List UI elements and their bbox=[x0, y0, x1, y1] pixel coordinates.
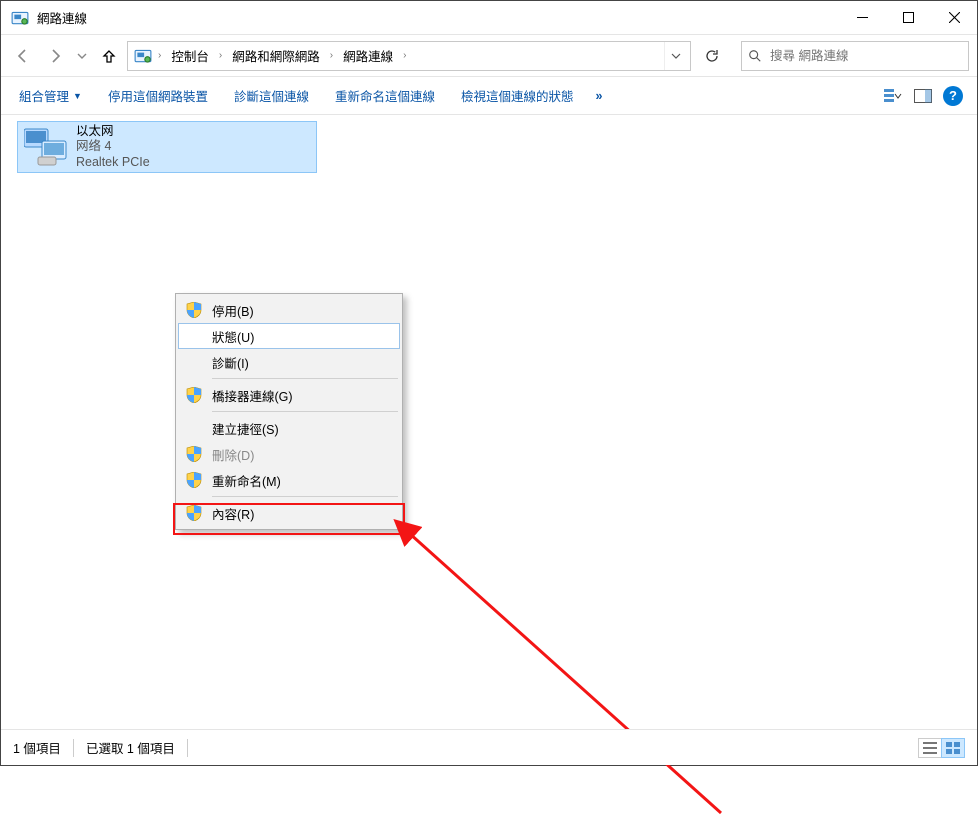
connection-name: 以太网 bbox=[76, 124, 150, 140]
organize-menu[interactable]: 組合管理 ▼ bbox=[7, 82, 94, 110]
separator bbox=[212, 378, 398, 379]
ctx-delete[interactable]: 刪除(D) bbox=[178, 441, 400, 467]
connection-network: 网络 4 bbox=[76, 139, 150, 155]
breadcrumb-network-connections[interactable]: 網路連線 bbox=[337, 42, 399, 70]
address-bar[interactable]: › 控制台 › 網路和網際網路 › 網路連線 › bbox=[127, 41, 691, 71]
chevron-right-icon: › bbox=[401, 50, 408, 61]
connection-text: 以太网 网络 4 Realtek PCIe bbox=[76, 124, 150, 171]
maximize-button[interactable] bbox=[885, 1, 931, 35]
titlebar: 網路連線 bbox=[1, 1, 977, 35]
separator bbox=[187, 739, 188, 757]
annotation-arrow bbox=[381, 513, 781, 833]
search-input[interactable] bbox=[768, 48, 962, 64]
location-icon bbox=[134, 47, 152, 65]
details-view-button[interactable] bbox=[918, 738, 942, 758]
chevron-right-icon: › bbox=[328, 50, 335, 61]
disable-device-button[interactable]: 停用這個網路裝置 bbox=[96, 82, 220, 110]
diagnose-connection-button[interactable]: 診斷這個連線 bbox=[222, 82, 321, 110]
window-title: 網路連線 bbox=[37, 8, 87, 27]
large-icons-view-button[interactable] bbox=[941, 738, 965, 758]
recent-locations-button[interactable] bbox=[73, 42, 91, 70]
ctx-diagnose[interactable]: 診斷(I) bbox=[178, 349, 400, 375]
chevron-right-icon: › bbox=[217, 50, 224, 61]
separator bbox=[212, 411, 398, 412]
ctx-rename-label: 重新命名(M) bbox=[212, 471, 281, 490]
rename-connection-button[interactable]: 重新命名這個連線 bbox=[323, 82, 447, 110]
ctx-status[interactable]: 狀態(U) bbox=[178, 323, 400, 349]
connection-device: Realtek PCIe bbox=[76, 155, 150, 171]
item-count: 1 個項目 bbox=[13, 738, 61, 757]
ctx-disable[interactable]: 停用(B) bbox=[178, 297, 400, 323]
address-history-dropdown[interactable] bbox=[664, 42, 686, 70]
ctx-bridge[interactable]: 橋接器連線(G) bbox=[178, 382, 400, 408]
breadcrumb-control-panel[interactable]: 控制台 bbox=[165, 42, 215, 70]
ctx-shortcut-label: 建立捷徑(S) bbox=[212, 419, 279, 438]
view-mode-toggle bbox=[919, 738, 965, 758]
context-menu: 停用(B) 狀態(U) 診斷(I) 橋接器連線(G) 建立捷徑(S) 刪除(D)… bbox=[175, 293, 403, 530]
ctx-rename[interactable]: 重新命名(M) bbox=[178, 467, 400, 493]
help-button[interactable]: ? bbox=[943, 86, 963, 106]
ctx-create-shortcut[interactable]: 建立捷徑(S) bbox=[178, 415, 400, 441]
back-button[interactable] bbox=[9, 42, 37, 70]
organize-label: 組合管理 bbox=[19, 86, 69, 105]
separator bbox=[212, 496, 398, 497]
shield-icon bbox=[186, 387, 202, 403]
ctx-properties[interactable]: 內容(R) bbox=[178, 500, 400, 526]
content-area: 以太网 网络 4 Realtek PCIe 停用(B) 狀態(U) 診斷(I) … bbox=[1, 115, 977, 729]
up-button[interactable] bbox=[95, 42, 123, 70]
ctx-delete-label: 刪除(D) bbox=[212, 445, 254, 464]
shield-icon bbox=[186, 446, 202, 462]
ctx-disable-label: 停用(B) bbox=[212, 301, 254, 320]
refresh-button[interactable] bbox=[697, 41, 727, 71]
network-adapter-icon bbox=[24, 127, 68, 167]
status-bar: 1 個項目 已選取 1 個項目 bbox=[1, 729, 977, 765]
search-icon bbox=[748, 49, 762, 63]
overflow-button[interactable]: » bbox=[588, 82, 611, 110]
preview-pane-button[interactable] bbox=[909, 82, 937, 110]
breadcrumb-network-internet[interactable]: 網路和網際網路 bbox=[226, 42, 326, 70]
ctx-bridge-label: 橋接器連線(G) bbox=[212, 386, 293, 405]
close-button[interactable] bbox=[931, 1, 977, 35]
shield-icon bbox=[186, 505, 202, 521]
forward-button[interactable] bbox=[41, 42, 69, 70]
chevron-down-icon: ▼ bbox=[73, 91, 82, 101]
shield-icon bbox=[186, 302, 202, 318]
separator bbox=[73, 739, 74, 757]
shield-icon bbox=[186, 472, 202, 488]
selection-count: 已選取 1 個項目 bbox=[86, 738, 175, 757]
change-view-button[interactable] bbox=[879, 82, 907, 110]
command-bar: 組合管理 ▼ 停用這個網路裝置 診斷這個連線 重新命名這個連線 檢視這個連線的狀… bbox=[1, 77, 977, 115]
ctx-diagnose-label: 診斷(I) bbox=[212, 353, 249, 372]
ctx-properties-label: 內容(R) bbox=[212, 504, 254, 523]
app-icon bbox=[11, 9, 29, 27]
search-box[interactable] bbox=[741, 41, 969, 71]
view-status-button[interactable]: 檢視這個連線的狀態 bbox=[449, 82, 586, 110]
ctx-status-label: 狀態(U) bbox=[212, 327, 254, 346]
minimize-button[interactable] bbox=[839, 1, 885, 35]
chevron-right-icon: › bbox=[156, 50, 163, 61]
network-connection-item[interactable]: 以太网 网络 4 Realtek PCIe bbox=[17, 121, 317, 173]
navigation-row: › 控制台 › 網路和網際網路 › 網路連線 › bbox=[1, 35, 977, 77]
